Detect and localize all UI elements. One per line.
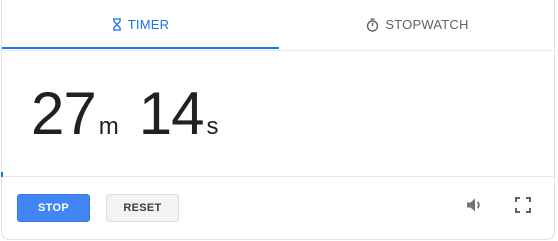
- seconds-value: 14: [138, 80, 205, 147]
- stop-button[interactable]: STOP: [17, 194, 90, 222]
- controls-divider: [2, 176, 556, 177]
- tab-timer-label: TIMER: [127, 17, 170, 32]
- focus-marker: [1, 172, 3, 177]
- minutes-value: 27: [31, 80, 97, 147]
- fullscreen-icon: [515, 196, 531, 218]
- fullscreen-button[interactable]: [512, 196, 534, 218]
- tab-stopwatch-label: STOPWATCH: [385, 17, 469, 32]
- volume-button[interactable]: [464, 196, 486, 218]
- active-tab-indicator: [2, 47, 279, 49]
- volume-icon: [466, 197, 484, 218]
- timer-card: TIMER STOPWATCH 27 m 14 s STOP RESET: [1, 0, 556, 240]
- reset-button[interactable]: RESET: [106, 194, 179, 222]
- tab-timer[interactable]: TIMER: [2, 0, 279, 49]
- hourglass-icon: [112, 18, 122, 31]
- minutes-unit: m: [98, 113, 119, 140]
- timer-display: 27 m 14 s: [31, 82, 219, 146]
- tab-stopwatch[interactable]: STOPWATCH: [279, 0, 556, 49]
- tab-bar: TIMER STOPWATCH: [2, 0, 556, 51]
- stopwatch-icon: [366, 18, 379, 32]
- seconds-unit: s: [206, 113, 219, 140]
